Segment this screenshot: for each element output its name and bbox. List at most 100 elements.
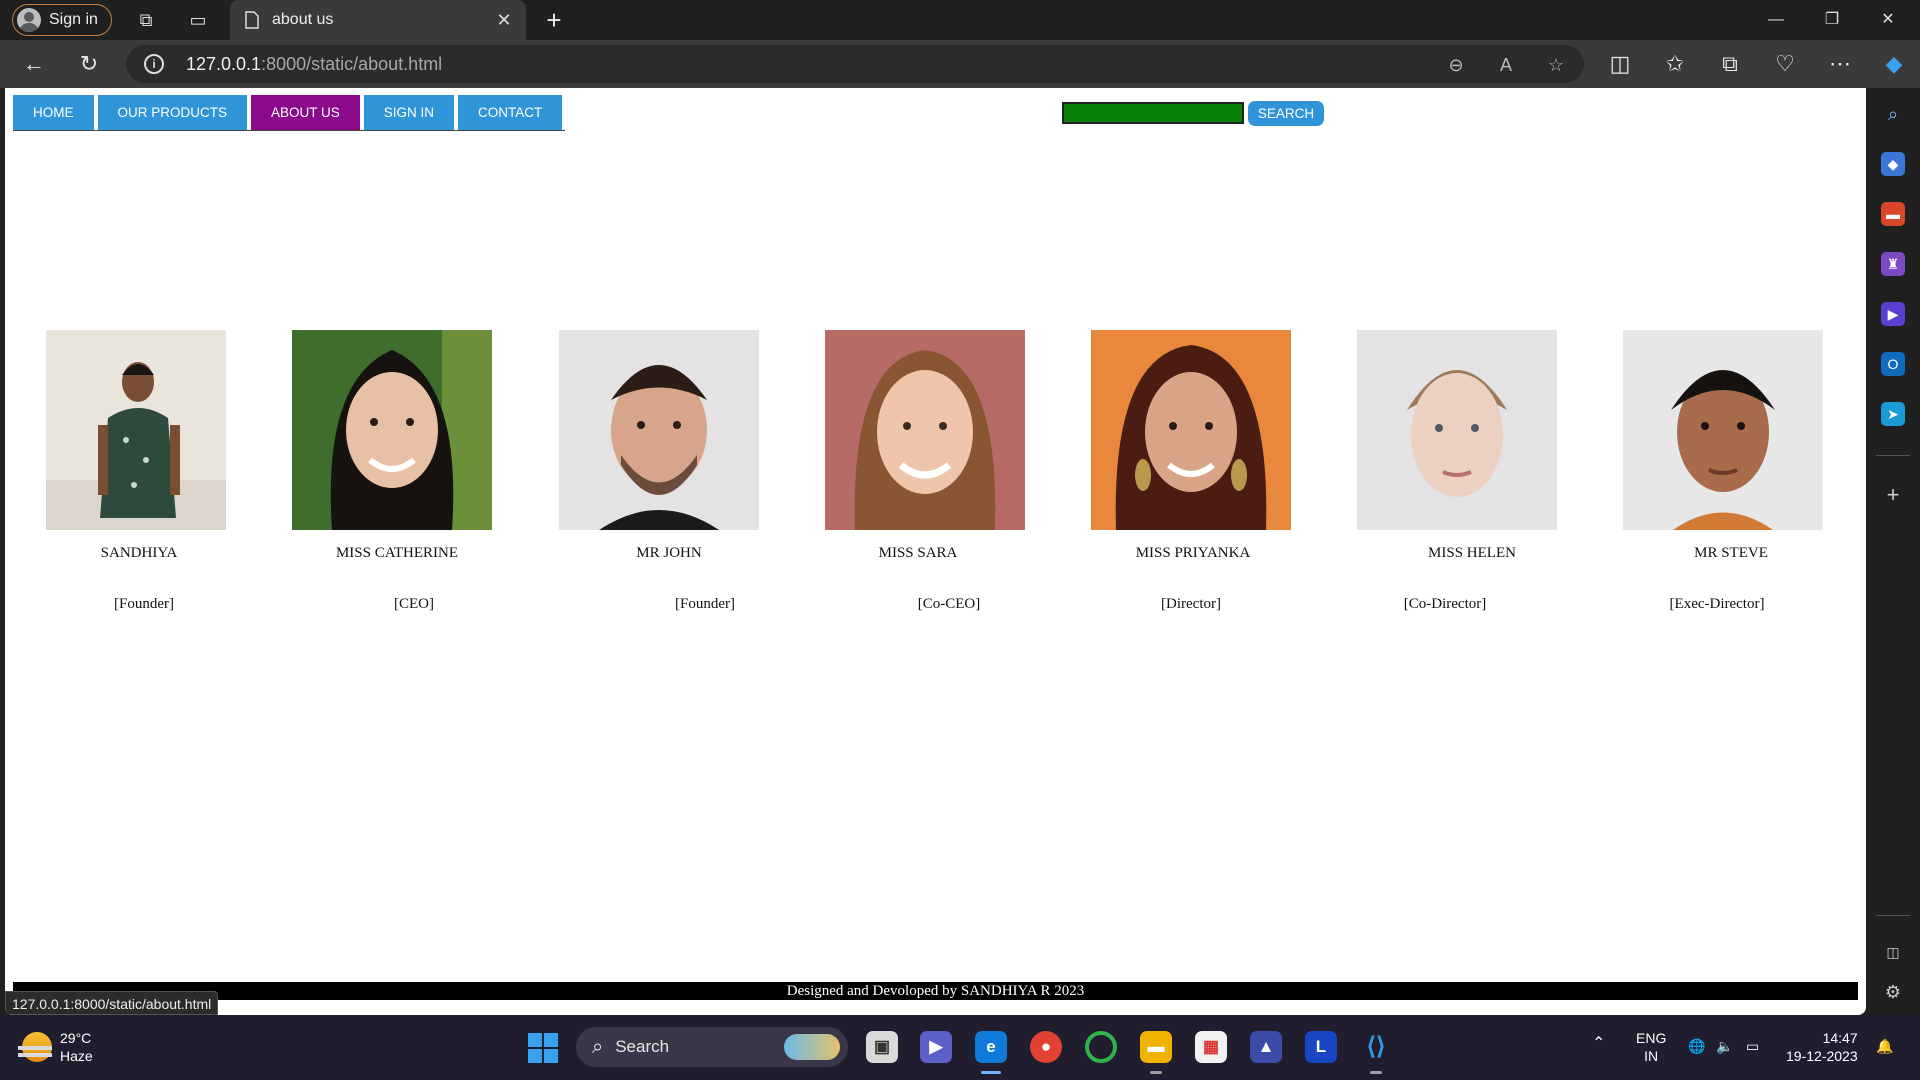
send-icon[interactable]: ➤: [1881, 402, 1905, 426]
page-viewport: HOME OUR PRODUCTS ABOUT US SIGN IN CONTA…: [5, 88, 1866, 1015]
tab-actions-icon[interactable]: ▭: [186, 8, 210, 32]
edge-sidebar: ⌕ ◆ ▬ ♜ ▶ O ➤ + ◫ ⚙: [1866, 88, 1920, 1015]
member-photo-sandhiya: [46, 330, 226, 530]
l-app-icon[interactable]: L: [1305, 1031, 1337, 1063]
member-role-6: [Co-Director]: [1403, 596, 1487, 612]
task-view-icon[interactable]: ▣: [866, 1031, 898, 1063]
member-name-3: MR JOHN: [636, 545, 702, 561]
tray-overflow-icon[interactable]: ⌃: [1592, 1035, 1605, 1053]
active-app-indicator: [981, 1071, 1001, 1074]
new-tab-button[interactable]: +: [538, 4, 570, 36]
tab-title: about us: [272, 11, 334, 28]
member-name-1: SANDHIYA: [100, 545, 178, 561]
search-icon: ⌕: [592, 1035, 604, 1058]
sync-app-icon[interactable]: [1085, 1031, 1117, 1063]
tab-close-icon[interactable]: ✕: [492, 8, 516, 32]
nav-our-products[interactable]: OUR PRODUCTS: [97, 95, 248, 130]
zoom-icon[interactable]: ⊖: [1444, 53, 1468, 77]
nav-sign-in[interactable]: SIGN IN: [363, 95, 455, 130]
haze-weather-icon: [18, 1032, 52, 1062]
weather-condition: Haze: [60, 1048, 93, 1064]
games-icon[interactable]: ♜: [1881, 252, 1905, 276]
nav-home[interactable]: HOME: [13, 95, 94, 130]
site-info-icon[interactable]: i: [144, 54, 164, 74]
microsoft-store-icon[interactable]: ▦: [1195, 1031, 1227, 1063]
member-photo-priyanka: [1091, 330, 1291, 530]
address-bar[interactable]: i 127.0.0.1:8000/static/about.html ⊖ A ☆: [126, 45, 1584, 83]
battery-icon[interactable]: ▭: [1746, 1037, 1759, 1055]
copilot-apps-icon[interactable]: ▶: [1881, 302, 1905, 326]
member-photo-steve: [1623, 330, 1823, 530]
search-button[interactable]: SEARCH: [1248, 101, 1324, 126]
member-name-4: MISS SARA: [878, 545, 958, 561]
member-role-2: [CEO]: [394, 596, 434, 612]
close-window-button[interactable]: ✕: [1860, 0, 1916, 40]
member-role-1: [Founder]: [114, 596, 174, 612]
chrome-icon[interactable]: ●: [1030, 1031, 1062, 1063]
member-photo-john: [559, 330, 759, 530]
favorites-icon[interactable]: ✩: [1661, 50, 1689, 78]
network-icon[interactable]: 🌐: [1688, 1037, 1705, 1055]
page-icon: [245, 11, 259, 29]
more-menu-icon[interactable]: ⋯: [1826, 50, 1854, 78]
collections-icon[interactable]: ⧉: [1716, 50, 1744, 78]
copilot-icon[interactable]: ◆: [1880, 50, 1908, 78]
member-photo-helen: [1357, 330, 1557, 530]
hide-sidebar-icon[interactable]: ◫: [1881, 940, 1905, 964]
taskbar-search-label: Search: [615, 1037, 670, 1056]
windows-taskbar: 29°C Haze ⌕ Search ▣ ▶ e ● ▬ ▦ ▲ L ⟨⟩ ⌃ …: [0, 1015, 1920, 1080]
member-role-5: [Director]: [1161, 596, 1221, 612]
shopping-tag-icon[interactable]: ◆: [1881, 152, 1905, 176]
edge-browser-icon[interactable]: e: [975, 1031, 1007, 1063]
search-input[interactable]: [1062, 102, 1244, 124]
sidebar-search-icon[interactable]: ⌕: [1881, 102, 1905, 126]
start-button[interactable]: [528, 1033, 558, 1063]
tools-icon[interactable]: ▬: [1881, 202, 1905, 226]
file-explorer-icon[interactable]: ▬: [1140, 1031, 1172, 1063]
outlook-icon[interactable]: O: [1881, 352, 1905, 376]
volume-icon[interactable]: 🔈: [1716, 1037, 1733, 1055]
weather-temp: 29°C: [60, 1030, 92, 1046]
teams-chat-icon[interactable]: ▶: [920, 1031, 952, 1063]
minimize-button[interactable]: —: [1748, 0, 1804, 40]
clock[interactable]: 14:47 19-12-2023: [1786, 1029, 1858, 1065]
nav-about-us[interactable]: ABOUT US: [251, 95, 360, 130]
member-role-7: [Exec-Director]: [1669, 596, 1765, 612]
member-role-3: [Founder]: [675, 596, 735, 612]
back-icon[interactable]: ←: [20, 50, 48, 78]
add-sidebar-app-icon[interactable]: +: [1881, 483, 1905, 507]
favorite-star-icon[interactable]: ☆: [1544, 53, 1568, 77]
tab-about-us[interactable]: about us ✕: [230, 0, 526, 40]
nav-contact[interactable]: CONTACT: [458, 95, 563, 130]
search-highlight-icon: [784, 1034, 840, 1060]
sidebar-settings-icon[interactable]: ⚙: [1881, 980, 1905, 1004]
language-indicator[interactable]: ENG IN: [1636, 1029, 1666, 1065]
sidebar-divider-bottom: [1876, 915, 1910, 916]
app-open-indicator: [1370, 1071, 1382, 1074]
profile-avatar-icon: [17, 8, 41, 32]
split-screen-icon[interactable]: ◫: [1606, 50, 1634, 78]
profile-signin-button[interactable]: Sign in: [12, 4, 112, 36]
sidebar-divider: [1876, 455, 1910, 456]
address-url[interactable]: 127.0.0.1:8000/static/about.html: [186, 54, 442, 75]
browser-toolbar: ← ↻ i 127.0.0.1:8000/static/about.html ⊖…: [0, 40, 1920, 88]
link-status-tooltip: 127.0.0.1:8000/static/about.html: [5, 991, 219, 1015]
read-aloud-icon[interactable]: A: [1494, 53, 1518, 77]
taskbar-search[interactable]: ⌕ Search: [576, 1027, 848, 1067]
member-photo-sara: [825, 330, 1025, 530]
member-name-6: MISS HELEN: [1428, 545, 1516, 561]
member-role-4: [Co-CEO]: [917, 596, 981, 612]
browser-essentials-icon[interactable]: ♡: [1771, 50, 1799, 78]
notification-bell-icon[interactable]: 🔔: [1876, 1037, 1893, 1055]
browser-tabstrip: Sign in ⧉ ▭ about us ✕ + — ❐ ✕: [0, 0, 1920, 40]
weather-widget[interactable]: 29°C Haze: [18, 1029, 93, 1065]
member-photo-catherine: [292, 330, 492, 530]
member-name-7: MR STEVE: [1694, 545, 1768, 561]
vscode-icon[interactable]: ⟨⟩: [1360, 1031, 1392, 1063]
member-name-5: MISS PRIYANKA: [1135, 545, 1251, 561]
restore-button[interactable]: ❐: [1804, 0, 1860, 40]
vpn-app-icon[interactable]: ▲: [1250, 1031, 1282, 1063]
workspaces-icon[interactable]: ⧉: [134, 8, 158, 32]
member-name-2: MISS CATHERINE: [335, 545, 459, 561]
refresh-icon[interactable]: ↻: [75, 50, 103, 78]
